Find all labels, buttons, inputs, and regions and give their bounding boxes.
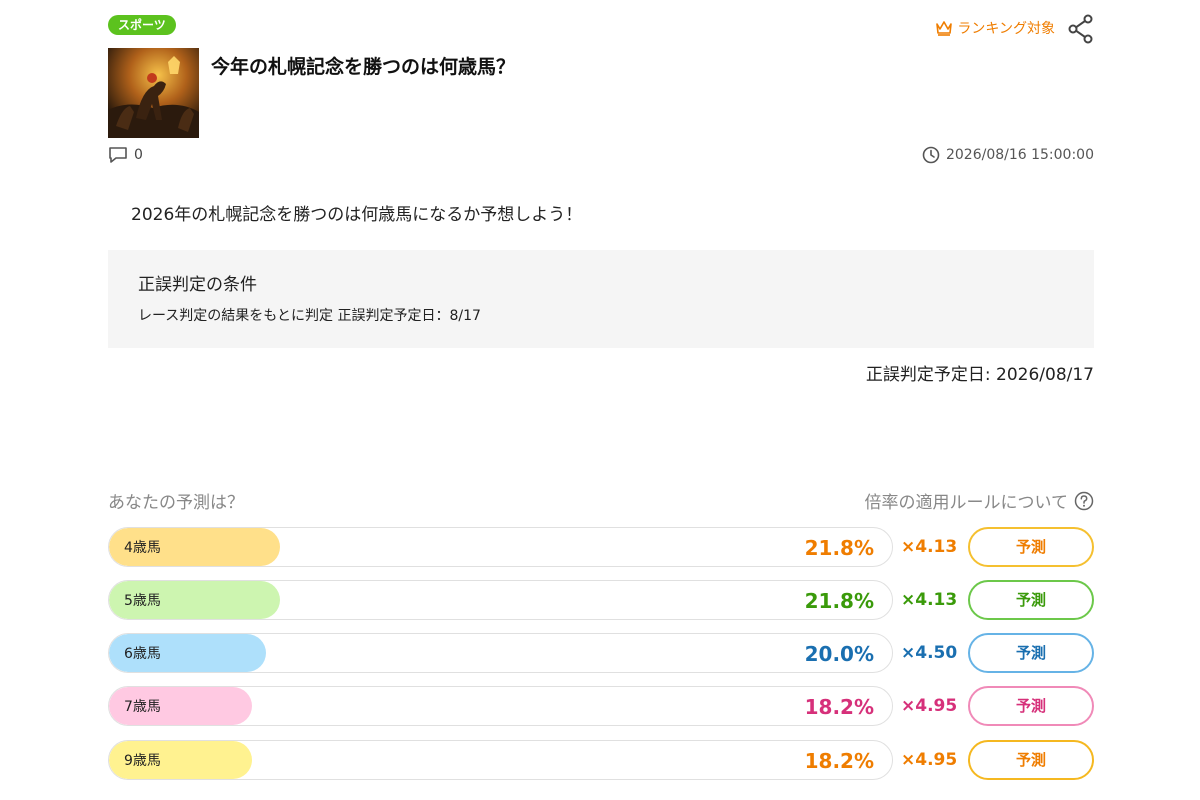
deadline-value: 2026/08/16 15:00:00 (945, 147, 1094, 163)
page-title: 今年の札幌記念を勝つのは何歳馬？ (211, 56, 516, 78)
ranking-target: ランキング対象 (935, 18, 1055, 38)
help-icon (1074, 491, 1094, 510)
option-percent: 18.2% (804, 749, 874, 773)
option-label: 4歳馬 (124, 540, 161, 556)
option-multiplier: ×4.95 (901, 750, 958, 770)
deadline: 2026/08/16 15:00:00 (922, 146, 1094, 164)
predict-button[interactable]: 予測 (968, 686, 1094, 726)
clock-icon (922, 146, 940, 164)
predict-button[interactable]: 予測 (968, 740, 1094, 780)
option-row: 7歳馬 18.2% ×4.95 予測 (108, 686, 1094, 726)
odds-rule-link[interactable]: 倍率の適用ルールについて (865, 488, 1095, 513)
conditions-box: 正誤判定の条件 レース判定の結果をもとに判定 正誤判定予定日：8/17 (108, 250, 1094, 348)
conditions-title: 正誤判定の条件 (138, 275, 257, 295)
odds-rule-label: 倍率の適用ルールについて (864, 493, 1069, 513)
ranking-label: ランキング対象 (957, 21, 1055, 37)
option-row: 6歳馬 20.0% ×4.50 予測 (108, 633, 1094, 673)
comment-icon (109, 147, 127, 163)
prediction-page: スポーツ ランキング対象 今年の札幌記念を勝つのは何歳馬？ 0 2026/08/… (0, 0, 1200, 800)
comment-count[interactable]: 0 (108, 146, 143, 164)
option-percent: 21.8% (804, 589, 874, 613)
option-row: 5歳馬 21.8% ×4.13 予測 (108, 580, 1094, 620)
conditions-text: レース判定の結果をもとに判定 正誤判定予定日：8/17 (138, 308, 481, 324)
option-bar[interactable]: 7歳馬 18.2% (108, 686, 893, 726)
comment-count-value: 0 (134, 147, 143, 163)
predict-button[interactable]: 予測 (968, 633, 1094, 673)
option-percent: 20.0% (804, 642, 874, 666)
crown-icon (936, 21, 953, 36)
option-multiplier: ×4.50 (901, 643, 958, 663)
option-percent: 21.8% (804, 536, 874, 560)
option-multiplier: ×4.13 (901, 590, 958, 610)
option-label: 6歳馬 (124, 646, 161, 662)
option-row: 4歳馬 21.8% ×4.13 予測 (108, 527, 1094, 567)
predict-button[interactable]: 予測 (968, 580, 1094, 620)
category-badge[interactable]: スポーツ (108, 15, 176, 35)
option-row: 9歳馬 18.2% ×4.95 予測 (108, 740, 1094, 780)
share-icon[interactable] (1068, 14, 1094, 44)
option-bar[interactable]: 6歳馬 20.0% (108, 633, 893, 673)
race-thumbnail (108, 48, 199, 138)
option-bar[interactable]: 9歳馬 18.2% (108, 740, 893, 780)
option-bar[interactable]: 5歳馬 21.8% (108, 580, 893, 620)
option-multiplier: ×4.95 (901, 696, 958, 716)
option-label: 5歳馬 (124, 593, 161, 609)
option-label: 9歳馬 (124, 753, 161, 769)
judge-date: 正誤判定予定日: 2026/08/17 (865, 365, 1094, 385)
option-label: 7歳馬 (124, 699, 161, 715)
option-multiplier: ×4.13 (901, 537, 958, 557)
option-percent: 18.2% (804, 695, 874, 719)
option-bar[interactable]: 4歳馬 21.8% (108, 527, 893, 567)
predict-button[interactable]: 予測 (968, 527, 1094, 567)
prediction-heading: あなたの予測は？ (108, 493, 244, 513)
description: 2026年の札幌記念を勝つのは何歳馬になるか予想しよう！ (131, 205, 583, 225)
